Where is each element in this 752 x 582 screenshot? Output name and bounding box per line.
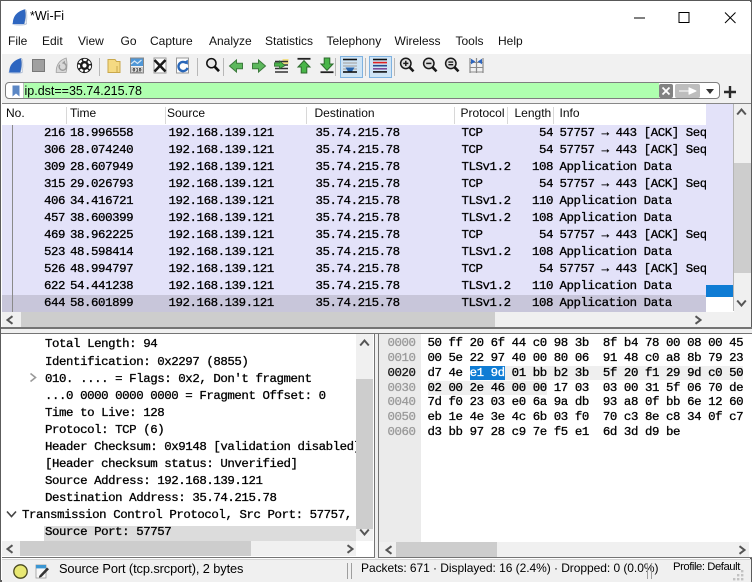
svg-text:010: 010 (132, 68, 141, 74)
